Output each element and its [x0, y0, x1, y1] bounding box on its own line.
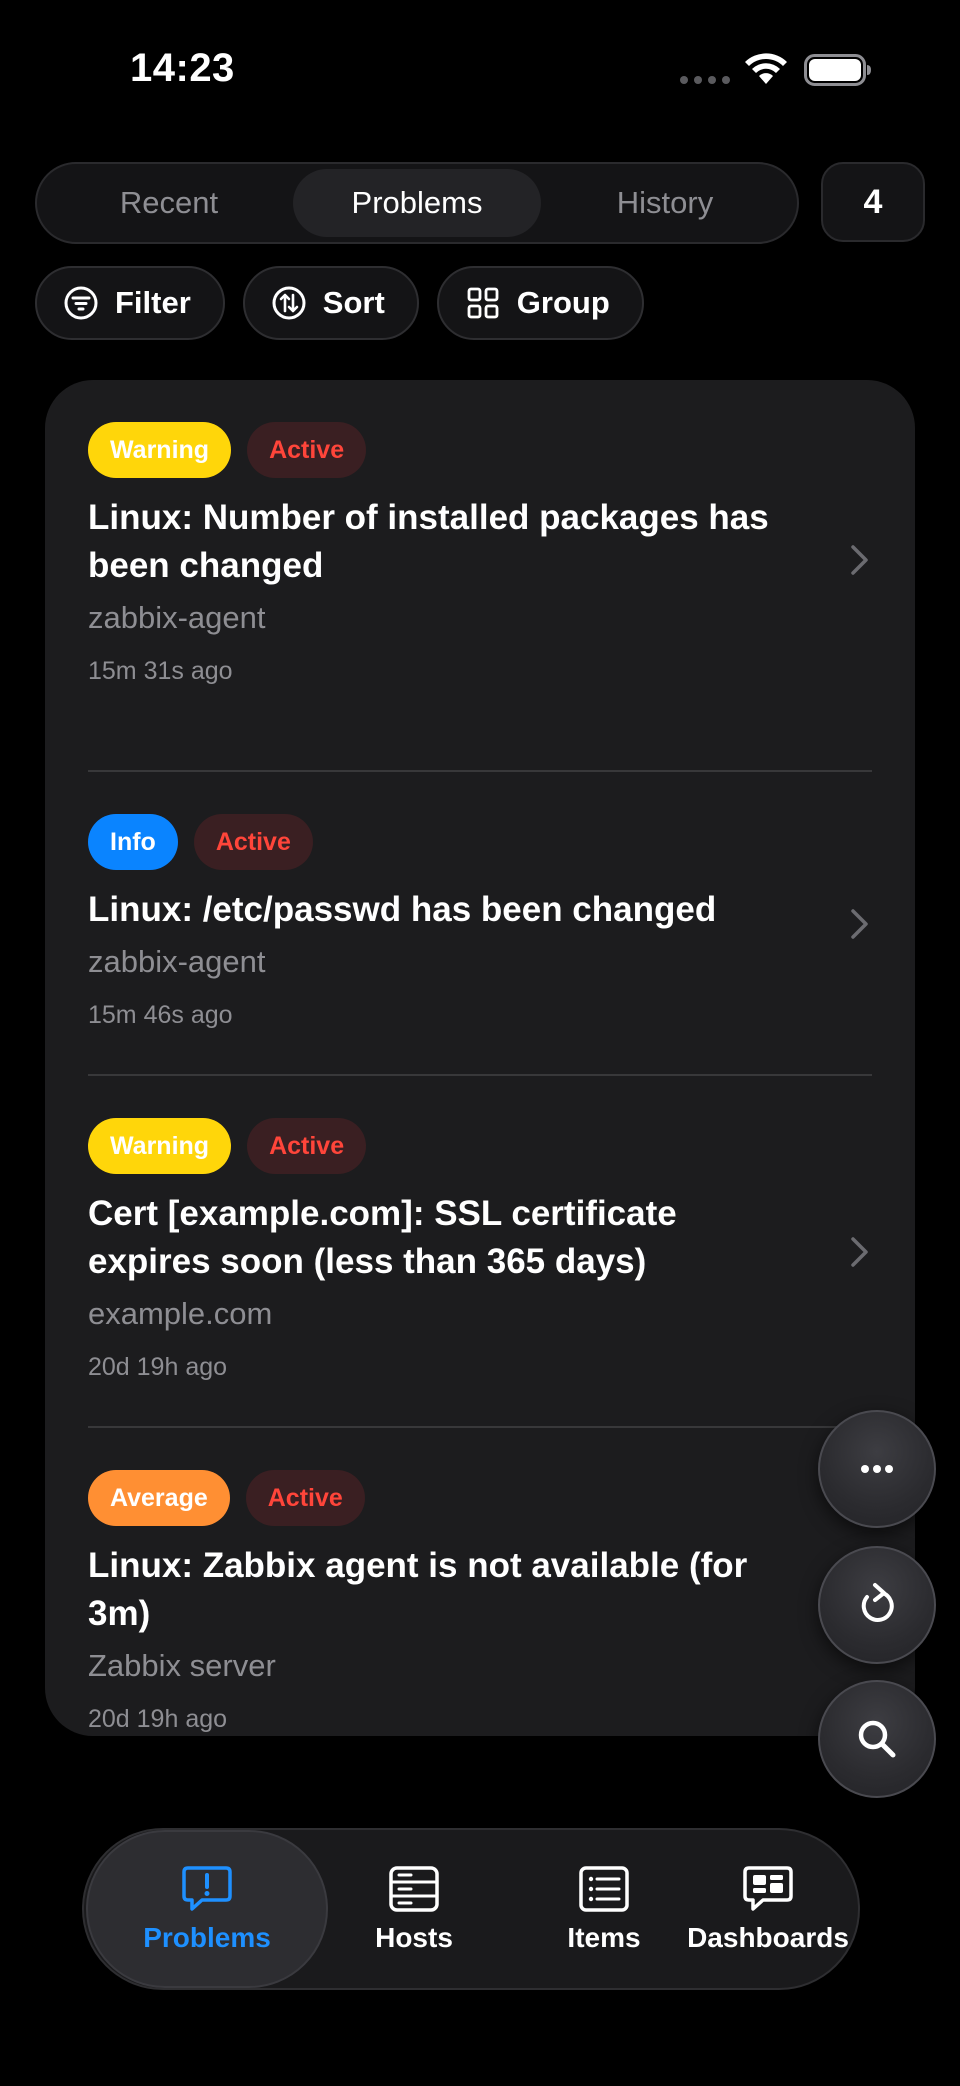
tab-hosts-label: Hosts — [375, 1922, 453, 1953]
status-bar: 14:23 — [0, 0, 960, 140]
more-icon — [861, 1465, 893, 1473]
wifi-icon — [745, 53, 787, 84]
problem-title: Linux: Zabbix agent is not available (fo… — [88, 1546, 748, 1633]
sort-button[interactable]: Sort — [242, 266, 419, 340]
status-badge: Active — [245, 1470, 365, 1526]
view-segmented-control: Recent Problems History — [35, 162, 799, 244]
segment-problems[interactable]: Problems — [293, 169, 541, 237]
dashboard-bubble-icon — [743, 1866, 793, 1911]
problem-host: zabbix-agent — [88, 600, 266, 635]
problem-host: Zabbix server — [88, 1648, 276, 1683]
list-icon — [579, 1866, 629, 1912]
filter-chips: Filter Sort Group — [35, 266, 644, 340]
tab-problems-label: Problems — [143, 1922, 271, 1953]
chevron-right-icon — [851, 545, 868, 575]
problem-host: zabbix-agent — [88, 944, 266, 979]
segment-history[interactable]: History — [541, 169, 789, 237]
cellular-signal-icon — [680, 76, 730, 84]
more-button[interactable] — [818, 1410, 936, 1528]
problem-host: example.com — [88, 1296, 273, 1331]
server-icon — [389, 1866, 439, 1912]
tab-dashboards[interactable]: Dashboards — [668, 1830, 868, 1988]
problem-age: 20d 19h ago — [88, 1353, 228, 1381]
severity-badge: Info — [88, 814, 178, 870]
status-badge: Active — [193, 814, 313, 870]
status-badge: Active — [247, 1118, 367, 1174]
problem-age: 15m 46s ago — [88, 1001, 233, 1029]
problem-count-badge[interactable]: 4 — [821, 162, 925, 242]
problem-row[interactable]: Warning Active Linux: Number of installe… — [88, 422, 872, 772]
filter-icon — [64, 286, 98, 320]
severity-badge: Average — [88, 1470, 230, 1526]
segment-recent[interactable]: Recent — [45, 169, 293, 237]
problem-title: Linux: /etc/passwd has been changed — [88, 890, 717, 929]
search-button[interactable] — [818, 1680, 936, 1798]
tab-hosts[interactable]: Hosts — [334, 1830, 494, 1988]
problem-age: 15m 31s ago — [88, 657, 233, 685]
group-label: Group — [516, 285, 610, 320]
grid-icon — [467, 287, 499, 319]
tab-items[interactable]: Items — [514, 1830, 694, 1988]
problem-title: Linux: Number of installed packages has … — [88, 498, 769, 585]
severity-badge: Warning — [88, 1118, 232, 1174]
exclamation-bubble-icon — [182, 1866, 232, 1911]
chevron-right-icon — [851, 909, 868, 939]
tab-bar: Problems Hosts Items Dashboards — [82, 1828, 860, 1990]
group-button[interactable]: Group — [436, 266, 644, 340]
tab-dashboards-label: Dashboards — [687, 1922, 849, 1953]
problem-title: Cert [example.com]: SSL certificate expi… — [88, 1194, 677, 1281]
problem-age: 20d 19h ago — [88, 1705, 228, 1733]
refresh-icon — [861, 1583, 894, 1622]
sort-icon — [272, 286, 306, 320]
refresh-button[interactable] — [818, 1546, 936, 1664]
filter-button[interactable]: Filter — [35, 266, 225, 340]
tab-items-label: Items — [567, 1922, 641, 1953]
filter-label: Filter — [115, 285, 191, 320]
status-badge: Active — [247, 422, 367, 478]
sort-label: Sort — [322, 285, 385, 320]
severity-badge: Warning — [88, 422, 232, 478]
tab-problems[interactable]: Problems — [86, 1830, 328, 1988]
problem-row[interactable]: Average Active Linux: Zabbix agent is no… — [88, 1428, 872, 1733]
problem-row[interactable]: Info Active Linux: /etc/passwd has been … — [88, 772, 872, 1076]
status-time: 14:23 — [130, 46, 235, 90]
search-icon — [858, 1720, 896, 1758]
problems-list: Warning Active Linux: Number of installe… — [45, 380, 915, 1736]
chevron-right-icon — [851, 1237, 868, 1267]
problem-row[interactable]: Warning Active Cert [example.com]: SSL c… — [88, 1076, 872, 1428]
battery-icon — [804, 54, 871, 86]
